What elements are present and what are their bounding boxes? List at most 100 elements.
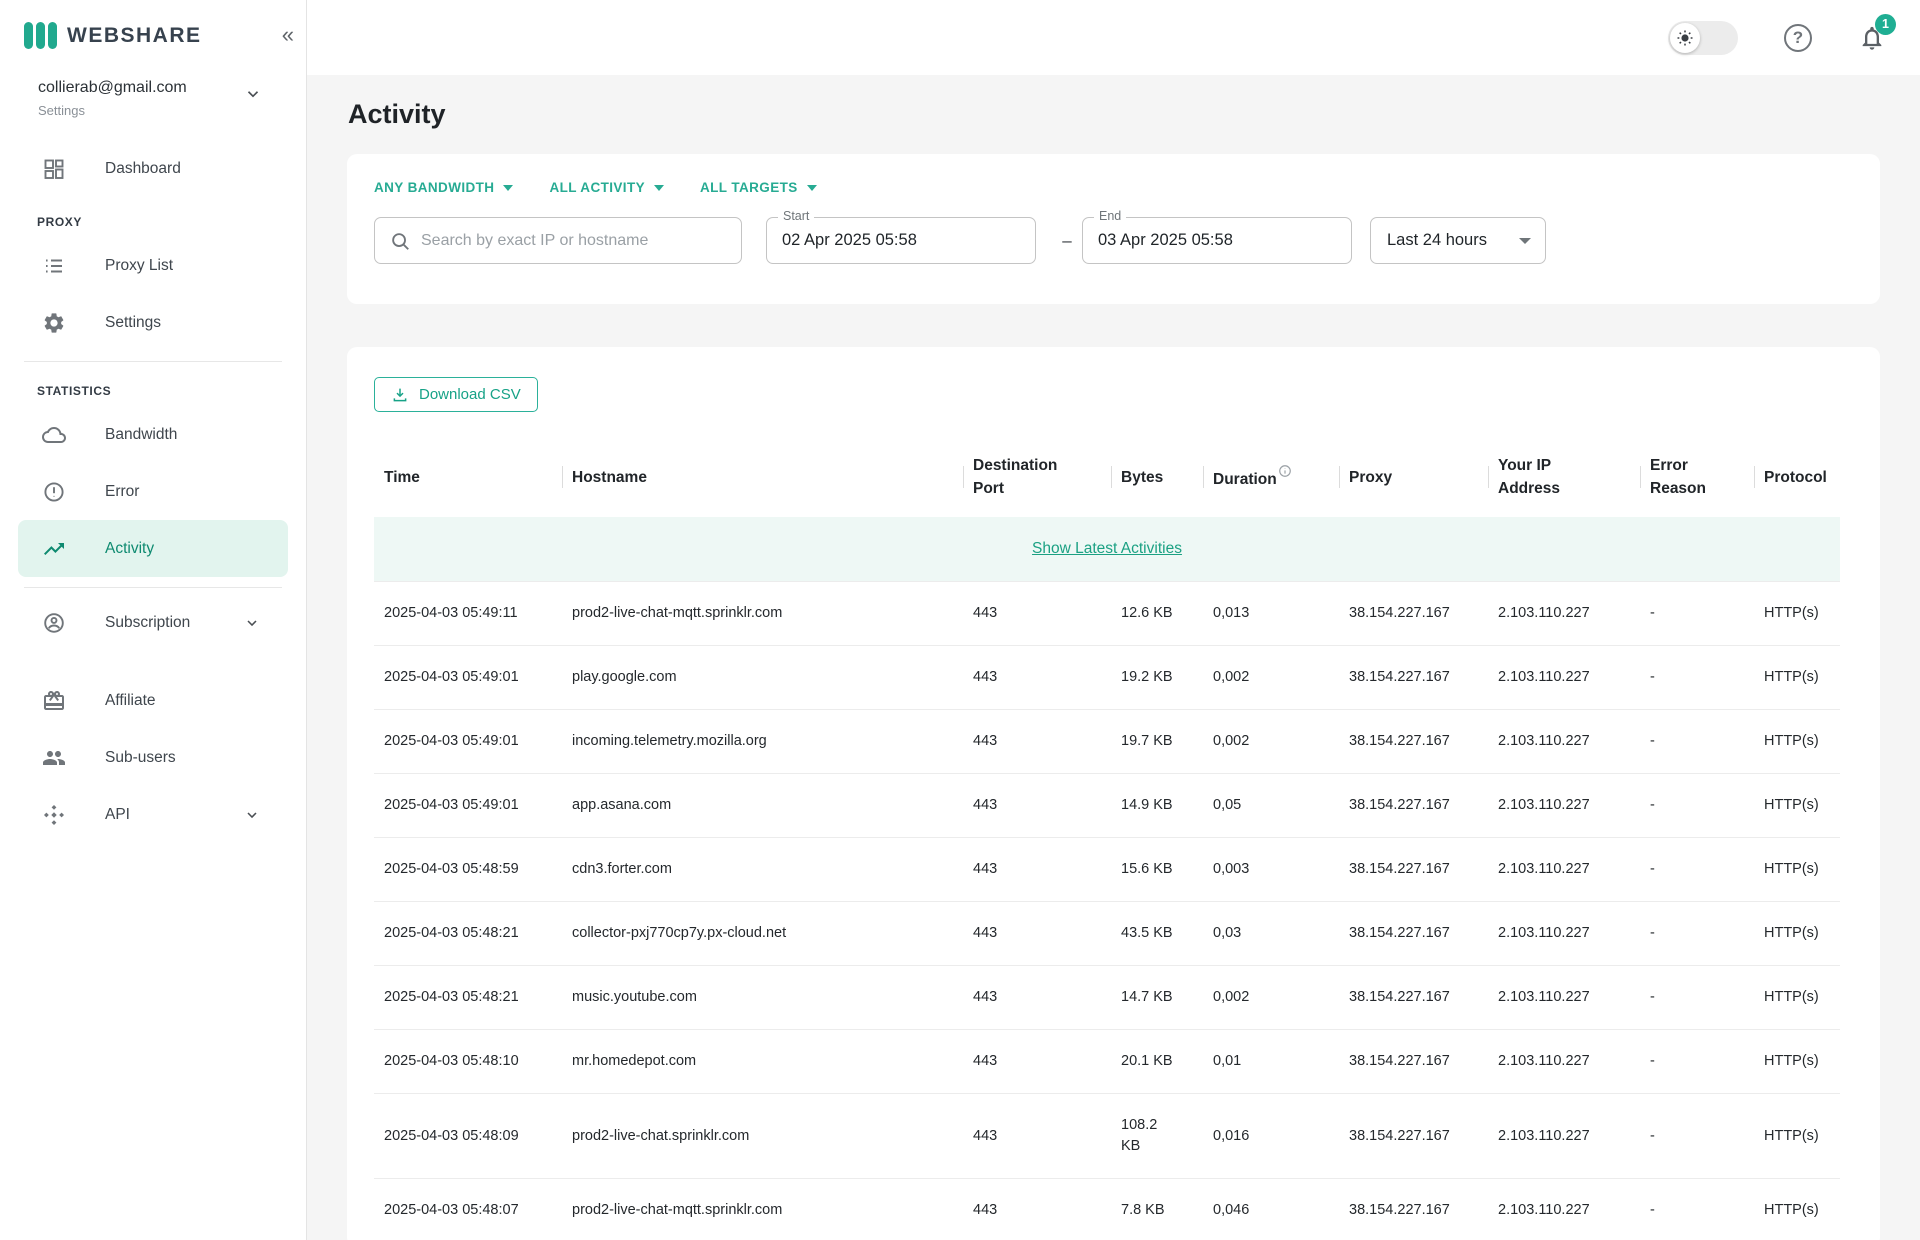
sidebar-item-settings[interactable]: Settings	[18, 294, 288, 351]
sidebar-item-sub-users[interactable]: Sub-users	[18, 729, 288, 786]
sidebar-item-subscription[interactable]: Subscription	[18, 594, 288, 651]
table-row[interactable]: 2025-04-03 05:48:10 mr.homedepot.com 443…	[374, 1030, 1840, 1094]
chevron-down-icon	[244, 85, 262, 103]
table-row[interactable]: 2025-04-03 05:48:21 music.youtube.com 44…	[374, 966, 1840, 1030]
cell-bytes: 43.5 KB	[1111, 902, 1203, 966]
cell-your-ip: 2.103.110.227	[1488, 902, 1640, 966]
start-date-value: 02 Apr 2025 05:58	[782, 231, 917, 250]
activity-table: Time Hostname Destination Port Bytes Dur…	[374, 438, 1840, 1240]
main-area: ? 1 Activity ANY BANDWIDTH	[307, 0, 1920, 1240]
end-date-label: End	[1094, 209, 1126, 223]
cell-protocol: HTTP(s)	[1754, 774, 1840, 838]
sidebar-item-label: Bandwidth	[105, 426, 177, 444]
table-row[interactable]: 2025-04-03 05:48:59 cdn3.forter.com 443 …	[374, 838, 1840, 902]
sidebar-collapse-icon[interactable]: «	[282, 24, 294, 46]
help-icon[interactable]: ?	[1784, 24, 1812, 52]
table-row[interactable]: 2025-04-03 05:49:01 play.google.com 443 …	[374, 645, 1840, 709]
cell-time: 2025-04-03 05:49:01	[374, 774, 562, 838]
cell-protocol: HTTP(s)	[1754, 902, 1840, 966]
cell-destination-port: 443	[963, 966, 1111, 1030]
cell-hostname: prod2-live-chat.sprinklr.com	[562, 1094, 963, 1179]
sidebar-item-label: Proxy List	[105, 257, 173, 275]
cell-bytes: 20.1 KB	[1111, 1030, 1203, 1094]
sidebar-item-error[interactable]: Error	[18, 463, 288, 520]
cell-your-ip: 2.103.110.227	[1488, 966, 1640, 1030]
account-menu[interactable]: collierab@gmail.com Settings	[0, 49, 306, 118]
download-csv-label: Download CSV	[419, 386, 521, 403]
cell-hostname: prod2-live-chat-mqtt.sprinklr.com	[562, 1179, 963, 1240]
cell-error-reason: -	[1640, 710, 1754, 774]
start-date-field[interactable]: Start 02 Apr 2025 05:58	[766, 217, 1036, 264]
sidebar-item-bandwidth[interactable]: Bandwidth	[18, 406, 288, 463]
filter-label: ALL ACTIVITY	[549, 180, 645, 195]
filter-activity-dropdown[interactable]: ALL ACTIVITY	[549, 180, 664, 195]
account-circle-icon	[42, 611, 66, 635]
table-row[interactable]: 2025-04-03 05:48:09 prod2-live-chat.spri…	[374, 1094, 1840, 1179]
cell-time: 2025-04-03 05:49:01	[374, 645, 562, 709]
table-row[interactable]: 2025-04-03 05:48:21 collector-pxj770cp7y…	[374, 902, 1840, 966]
account-settings-label: Settings	[38, 103, 262, 118]
cell-time: 2025-04-03 05:48:07	[374, 1179, 562, 1240]
caret-down-icon	[503, 185, 513, 191]
sidebar-item-dashboard[interactable]: Dashboard	[18, 140, 288, 197]
filter-card: ANY BANDWIDTH ALL ACTIVITY ALL TARGETS	[347, 154, 1880, 304]
brand-logo[interactable]: WEBSHARE	[0, 0, 306, 49]
sun-icon	[1670, 23, 1700, 53]
table-row[interactable]: 2025-04-03 05:49:01 app.asana.com 443 14…	[374, 774, 1840, 838]
cell-error-reason: -	[1640, 581, 1754, 645]
sidebar-item-proxy-list[interactable]: Proxy List	[18, 237, 288, 294]
sidebar-item-api[interactable]: API	[18, 786, 288, 843]
notifications-button[interactable]: 1	[1858, 24, 1886, 52]
cell-your-ip: 2.103.110.227	[1488, 1179, 1640, 1240]
cell-your-ip: 2.103.110.227	[1488, 645, 1640, 709]
cell-error-reason: -	[1640, 1094, 1754, 1179]
cell-duration: 0,046	[1203, 1179, 1339, 1240]
show-latest-activities-link[interactable]: Show Latest Activities	[1032, 540, 1182, 557]
gear-icon	[42, 311, 66, 335]
cell-bytes: 12.6 KB	[1111, 581, 1203, 645]
cell-protocol: HTTP(s)	[1754, 710, 1840, 774]
cloud-icon	[42, 423, 66, 447]
filter-bandwidth-dropdown[interactable]: ANY BANDWIDTH	[374, 180, 513, 195]
cell-destination-port: 443	[963, 1030, 1111, 1094]
sidebar-item-label: Activity	[105, 540, 154, 558]
table-row[interactable]: 2025-04-03 05:49:11 prod2-live-chat-mqtt…	[374, 581, 1840, 645]
cell-proxy: 38.154.227.167	[1339, 645, 1488, 709]
download-csv-button[interactable]: Download CSV	[374, 377, 538, 412]
theme-toggle[interactable]	[1668, 21, 1738, 55]
table-header-row: Time Hostname Destination Port Bytes Dur…	[374, 438, 1840, 517]
table-row[interactable]: 2025-04-03 05:48:07 prod2-live-chat-mqtt…	[374, 1179, 1840, 1240]
search-input[interactable]	[421, 232, 729, 250]
cell-protocol: HTTP(s)	[1754, 1030, 1840, 1094]
filter-targets-dropdown[interactable]: ALL TARGETS	[700, 180, 817, 195]
sidebar-item-activity[interactable]: Activity	[18, 520, 288, 577]
cell-your-ip: 2.103.110.227	[1488, 774, 1640, 838]
brand-name: WEBSHARE	[67, 24, 202, 48]
cell-your-ip: 2.103.110.227	[1488, 1030, 1640, 1094]
sidebar-divider	[24, 361, 282, 362]
account-email: collierab@gmail.com	[38, 79, 262, 97]
gift-icon	[42, 689, 66, 713]
cell-your-ip: 2.103.110.227	[1488, 710, 1640, 774]
cell-error-reason: -	[1640, 1030, 1754, 1094]
cell-duration: 0,03	[1203, 902, 1339, 966]
cell-destination-port: 443	[963, 710, 1111, 774]
cell-destination-port: 443	[963, 774, 1111, 838]
table-row[interactable]: 2025-04-03 05:49:01 incoming.telemetry.m…	[374, 710, 1840, 774]
caret-down-icon	[654, 185, 664, 191]
sidebar-item-affiliate[interactable]: Affiliate	[18, 672, 288, 729]
start-date-label: Start	[778, 209, 814, 223]
end-date-field[interactable]: End 03 Apr 2025 05:58	[1082, 217, 1352, 264]
filter-label: ALL TARGETS	[700, 180, 798, 195]
cell-time: 2025-04-03 05:48:21	[374, 966, 562, 1030]
cell-bytes: 15.6 KB	[1111, 838, 1203, 902]
cell-proxy: 38.154.227.167	[1339, 1094, 1488, 1179]
cell-proxy: 38.154.227.167	[1339, 1179, 1488, 1240]
sidebar-nav: Dashboard PROXY Proxy List Settings STAT…	[0, 140, 306, 843]
col-header-hostname: Hostname	[562, 438, 963, 517]
caret-down-icon	[807, 185, 817, 191]
filter-field-row: Start 02 Apr 2025 05:58 – End 03 Apr 202…	[374, 217, 1853, 264]
api-icon	[42, 803, 66, 827]
time-range-select[interactable]: Last 24 hours	[1370, 217, 1546, 264]
cell-duration: 0,002	[1203, 966, 1339, 1030]
